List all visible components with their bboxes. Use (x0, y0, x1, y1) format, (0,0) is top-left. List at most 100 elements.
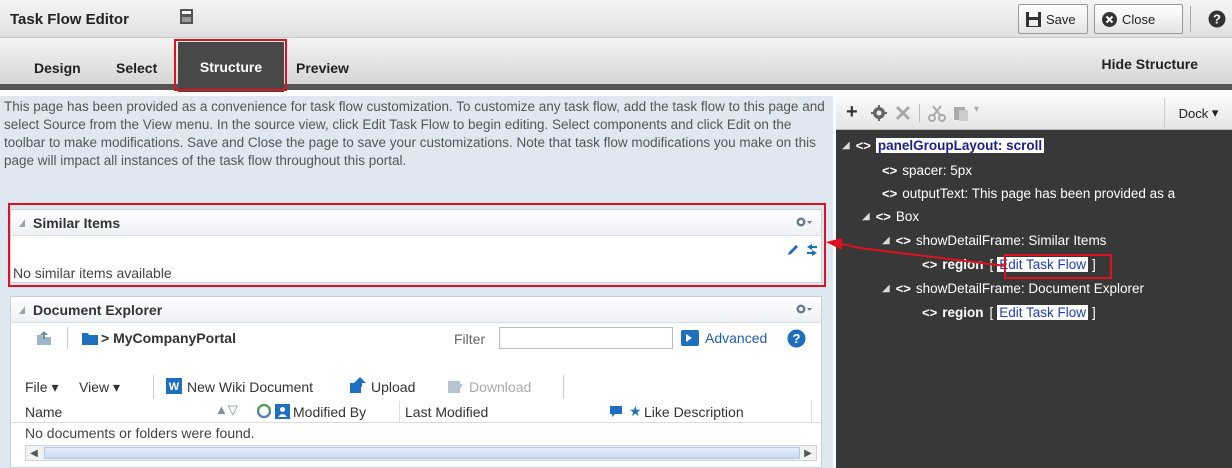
component-icon: <> (855, 138, 871, 153)
up-folder-icon[interactable] (35, 329, 53, 347)
person-icon (275, 404, 290, 419)
gear-icon[interactable] (795, 302, 813, 316)
page-source-icon[interactable] (178, 8, 196, 26)
new-wiki-button[interactable]: New Wiki Document (187, 379, 313, 395)
hide-structure-link[interactable]: Hide Structure (1102, 56, 1198, 72)
upload-icon (350, 377, 366, 393)
file-menu[interactable]: File ▾ (25, 379, 58, 396)
tree-node-output-label: outputText: This page has been provided … (902, 186, 1176, 201)
connector-arrow (826, 238, 1007, 267)
gear-icon[interactable] (795, 215, 813, 229)
column-name[interactable]: Name (25, 404, 62, 420)
paste-dropdown-icon[interactable]: ▾ (974, 104, 979, 115)
move-icon[interactable] (805, 243, 819, 257)
recycle-icon (257, 404, 271, 418)
scroll-left-arrow[interactable]: ◀ (26, 446, 42, 460)
dock-menu[interactable]: Dock ▾ (1164, 98, 1232, 128)
advanced-link[interactable]: Advanced (705, 330, 767, 346)
editor-header: Task Flow Editor Save Close ? (0, 0, 1232, 38)
svg-text:?: ? (793, 331, 801, 346)
add-icon[interactable]: + (846, 101, 864, 123)
cut-icon[interactable] (928, 104, 946, 122)
column-last-modified[interactable]: Last Modified (405, 404, 488, 420)
documents-empty: No documents or folders were found. (25, 425, 255, 441)
edit-icon[interactable] (786, 243, 800, 257)
page-canvas: This page has been provided as a conveni… (0, 96, 833, 468)
wiki-icon: W (166, 378, 182, 394)
column-divider (811, 401, 812, 423)
tree-node-spacer-label: spacer: 5px (902, 163, 972, 178)
view-menu[interactable]: View ▾ (79, 379, 120, 396)
view-menu-label: View (79, 379, 110, 395)
bracket: ] (1092, 257, 1096, 272)
component-icon: <> (895, 281, 911, 296)
expand-arrow-icon[interactable]: ◢ (842, 140, 850, 151)
edit-task-flow-link[interactable]: Edit Task Flow (997, 305, 1088, 320)
edit-task-flow-link[interactable]: Edit Task Flow (997, 257, 1088, 272)
delete-icon[interactable] (894, 104, 912, 122)
tab-preview[interactable]: Preview (296, 60, 349, 76)
tab-design[interactable]: Design (34, 60, 81, 76)
save-button[interactable]: Save (1018, 4, 1088, 34)
tab-select[interactable]: Select (116, 60, 157, 76)
region-icon: <> (922, 305, 938, 320)
sort-icon[interactable]: ▲▽ (215, 402, 238, 418)
svg-text:W: W (169, 381, 180, 393)
component-icon: <> (882, 186, 898, 201)
column-modified-by[interactable]: Modified By (293, 404, 366, 420)
breadcrumb[interactable]: > MyCompanyPortal (101, 330, 236, 346)
properties-icon[interactable] (870, 104, 888, 122)
toolbar-divider (563, 375, 564, 399)
file-menu-label: File (25, 379, 48, 395)
document-explorer-panel: Document Explorer > MyCompanyPortal Filt… (10, 296, 822, 468)
tab-structure[interactable]: Structure (178, 42, 284, 92)
scroll-thumb[interactable] (44, 447, 800, 459)
breadcrumb-divider (67, 327, 68, 349)
editor-title: Task Flow Editor (10, 11, 129, 28)
paste-icon[interactable] (952, 104, 970, 122)
close-button[interactable]: Close (1094, 4, 1183, 34)
expand-arrow-icon[interactable]: ◢ (882, 283, 890, 294)
similar-items-title: Similar Items (33, 214, 121, 231)
table-header: Name ▲▽ Modified By Last Modified ★ Like… (11, 401, 821, 423)
column-like-description[interactable]: Like Description (644, 404, 744, 420)
expand-arrow-icon[interactable]: ◢ (862, 211, 870, 222)
tree-node-root-label[interactable]: panelGroupLayout: scroll (875, 138, 1045, 153)
collapse-icon[interactable] (19, 305, 25, 314)
advanced-search-icon[interactable] (681, 330, 699, 346)
horizontal-scrollbar[interactable]: ◀ ▶ (25, 445, 817, 461)
tree-node-spacer[interactable]: <> spacer: 5px (882, 163, 972, 178)
document-explorer-header[interactable]: Document Explorer (11, 297, 821, 323)
scroll-right-arrow[interactable]: ▶ (800, 446, 816, 460)
tree-node-sdf-docs-label: showDetailFrame: Document Explorer (915, 281, 1144, 296)
column-divider (399, 401, 400, 423)
similar-items-empty: No similar items available (13, 265, 172, 281)
comment-icon (610, 406, 622, 417)
download-icon (448, 381, 463, 393)
star-icon: ★ (629, 403, 642, 419)
close-icon (1102, 11, 1117, 27)
tree-node-sdf-docs[interactable]: ◢ <> showDetailFrame: Document Explorer (882, 281, 1144, 296)
download-button[interactable]: Download (469, 379, 531, 395)
tree-node-box[interactable]: ◢ <> Box (862, 209, 919, 224)
tree-node-region-2[interactable]: <> region [ Edit Task Flow ] (922, 305, 1096, 320)
tree-node-output[interactable]: <> outputText: This page has been provid… (882, 186, 1175, 201)
help-icon[interactable]: ? (787, 329, 806, 348)
collapse-icon[interactable] (19, 218, 25, 227)
similar-items-header[interactable]: Similar Items (11, 210, 821, 236)
folder-icon (82, 333, 98, 345)
help-icon[interactable]: ? (1208, 10, 1226, 28)
tree-node-root[interactable]: ◢ <> panelGroupLayout: scroll (842, 138, 1045, 153)
intro-text: This page has been provided as a conveni… (4, 99, 825, 168)
header-divider (1190, 6, 1191, 32)
component-icon: <> (875, 209, 891, 224)
bracket: ] (1092, 305, 1096, 320)
toolbar-divider (153, 375, 154, 399)
bracket: [ (989, 305, 994, 320)
upload-button[interactable]: Upload (371, 379, 415, 395)
floppy-icon (1026, 11, 1041, 27)
region-label: region (942, 305, 984, 320)
dock-label: Dock (1178, 105, 1209, 121)
close-label: Close (1122, 11, 1156, 27)
filter-input[interactable] (499, 327, 673, 349)
